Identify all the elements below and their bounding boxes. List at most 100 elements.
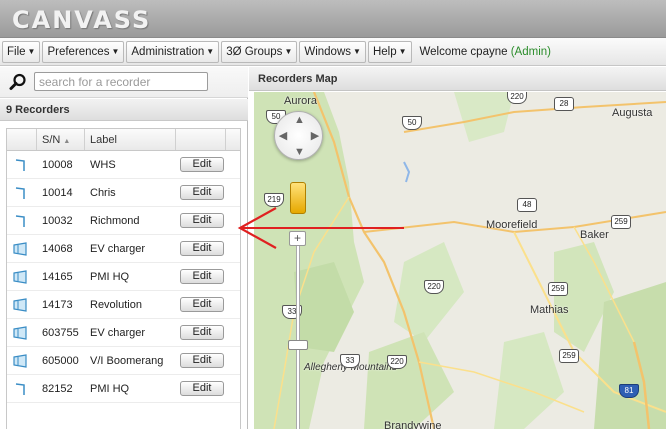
pan-down-icon[interactable]: ▼ — [294, 147, 305, 158]
edit-button[interactable]: Edit — [180, 381, 224, 396]
sort-ascending-icon: ▲ — [63, 138, 71, 145]
route-shield: 33 — [340, 354, 360, 368]
menu-preferences[interactable]: Preferences ▼ — [42, 40, 125, 63]
caret-down-icon: ▼ — [353, 47, 361, 56]
cell-label: PMI HQ — [90, 382, 130, 395]
table-header: S/N ▲ Label — [7, 129, 240, 151]
map-pan-control[interactable]: ▲ ▼ ◀ ▶ — [274, 111, 323, 160]
app-logo: CANVASS — [12, 6, 152, 34]
group-recorder-icon — [7, 297, 37, 312]
cell-label: Chris — [90, 186, 116, 199]
menu-administration[interactable]: Administration ▼ — [126, 40, 220, 63]
cell-serial-number: 603755 — [42, 326, 79, 339]
group-recorder-icon — [7, 241, 37, 256]
interstate-shield: 81 — [619, 384, 639, 398]
cell-actions: Edit — [176, 213, 228, 228]
map-label-moorefield: Moorefield — [486, 219, 538, 231]
route-shield: 259 — [548, 282, 568, 296]
search-icon — [9, 73, 26, 90]
table-body: 10008 WHS Edit 10014 Chris Edit 10032 Richmond E… — [7, 151, 240, 403]
caret-down-icon: ▼ — [206, 47, 215, 56]
cell-label: PMI HQ — [90, 270, 130, 283]
cell-actions: Edit — [176, 269, 228, 284]
menu-bar: File ▼ Preferences ▼ Administration ▼ 3Ø Gr… — [0, 38, 666, 66]
map-label-brandywine: Brandywine — [384, 420, 442, 429]
cell-serial-number: 82152 — [42, 382, 73, 395]
search-bar — [0, 67, 248, 98]
zoom-slider-thumb[interactable] — [288, 340, 308, 350]
edit-button[interactable]: Edit — [180, 297, 224, 312]
cell-actions: Edit — [176, 381, 228, 396]
column-header-icon — [7, 129, 37, 150]
edit-button[interactable]: Edit — [180, 269, 224, 284]
pan-up-icon[interactable]: ▲ — [294, 115, 305, 126]
edit-button[interactable]: Edit — [180, 213, 224, 228]
table-row[interactable]: 14068 EV charger Edit — [7, 235, 240, 263]
cell-label: EV charger — [90, 242, 146, 255]
group-recorder-icon — [7, 353, 37, 368]
edit-button[interactable]: Edit — [180, 241, 224, 256]
cell-actions: Edit — [176, 325, 228, 340]
map-title: Recorders Map — [249, 67, 666, 91]
menu-help[interactable]: Help ▼ — [367, 40, 412, 63]
route-shield: 220 — [387, 355, 407, 369]
single-recorder-icon — [7, 382, 37, 396]
menu-windows[interactable]: Windows ▼ — [299, 40, 366, 63]
annotation-arrowhead — [237, 207, 277, 249]
map-panel: Recorders Map Aurora Augusta Moorefield … — [249, 67, 666, 429]
cell-serial-number: 14165 — [42, 270, 73, 283]
cell-actions: Edit — [176, 157, 228, 172]
cell-serial-number: 14068 — [42, 242, 73, 255]
single-recorder-icon — [7, 158, 37, 172]
table-row[interactable]: 82152 PMI HQ Edit — [7, 375, 240, 403]
cell-serial-number: 10032 — [42, 214, 73, 227]
map-label-mathias: Mathias — [530, 304, 569, 316]
cell-label: WHS — [90, 158, 116, 171]
group-recorder-icon — [7, 269, 37, 284]
edit-button[interactable]: Edit — [180, 157, 224, 172]
cell-serial-number: 605000 — [42, 354, 79, 367]
route-shield: 220 — [424, 280, 444, 294]
column-header-actions — [176, 129, 226, 150]
map-label-aurora: Aurora — [284, 95, 318, 107]
pan-left-icon[interactable]: ◀ — [278, 131, 288, 142]
caret-down-icon: ▼ — [398, 47, 407, 56]
route-shield: 220 — [507, 92, 527, 104]
cell-actions: Edit — [176, 185, 228, 200]
zoom-slider-track[interactable] — [296, 240, 300, 429]
route-shield: 259 — [611, 215, 631, 229]
route-shield: 259 — [559, 349, 579, 363]
cell-label: EV charger — [90, 326, 146, 339]
menu-file[interactable]: File ▼ — [2, 40, 41, 63]
column-header-label[interactable]: Label — [85, 129, 176, 150]
route-shield: 48 — [517, 198, 537, 212]
edit-button[interactable]: Edit — [180, 353, 224, 368]
welcome-user: Welcome cpayne — [419, 45, 508, 58]
table-row[interactable]: 10032 Richmond Edit — [7, 207, 240, 235]
edit-button[interactable]: Edit — [180, 325, 224, 340]
map-label-baker: Baker — [580, 229, 609, 241]
cell-serial-number: 10014 — [42, 186, 73, 199]
cell-actions: Edit — [176, 353, 228, 368]
table-row[interactable]: 14173 Revolution Edit — [7, 291, 240, 319]
table-row[interactable]: 603755 EV charger Edit — [7, 319, 240, 347]
table-row[interactable]: 605000 V/I Boomerang Edit — [7, 347, 240, 375]
caret-down-icon: ▼ — [27, 47, 36, 56]
menu-3phase-groups[interactable]: 3Ø Groups ▼ — [221, 40, 298, 63]
cell-actions: Edit — [176, 297, 228, 312]
welcome-message: Welcome cpayne (Admin) — [420, 46, 551, 58]
column-header-sn[interactable]: S/N ▲ — [37, 129, 85, 150]
edit-button[interactable]: Edit — [180, 185, 224, 200]
table-row[interactable]: 14165 PMI HQ Edit — [7, 263, 240, 291]
pan-right-icon[interactable]: ▶ — [310, 131, 320, 142]
cell-serial-number: 14173 — [42, 298, 73, 311]
column-header-scroll — [226, 129, 240, 150]
single-recorder-icon — [7, 214, 37, 228]
route-shield: 28 — [554, 97, 574, 111]
search-input[interactable] — [34, 72, 208, 91]
cell-label: Richmond — [90, 214, 140, 227]
table-row[interactable]: 10014 Chris Edit — [7, 179, 240, 207]
caret-down-icon: ▼ — [111, 47, 120, 56]
map-canvas[interactable]: Aurora Augusta Moorefield Baker Mathias … — [254, 92, 666, 429]
table-row[interactable]: 10008 WHS Edit — [7, 151, 240, 179]
